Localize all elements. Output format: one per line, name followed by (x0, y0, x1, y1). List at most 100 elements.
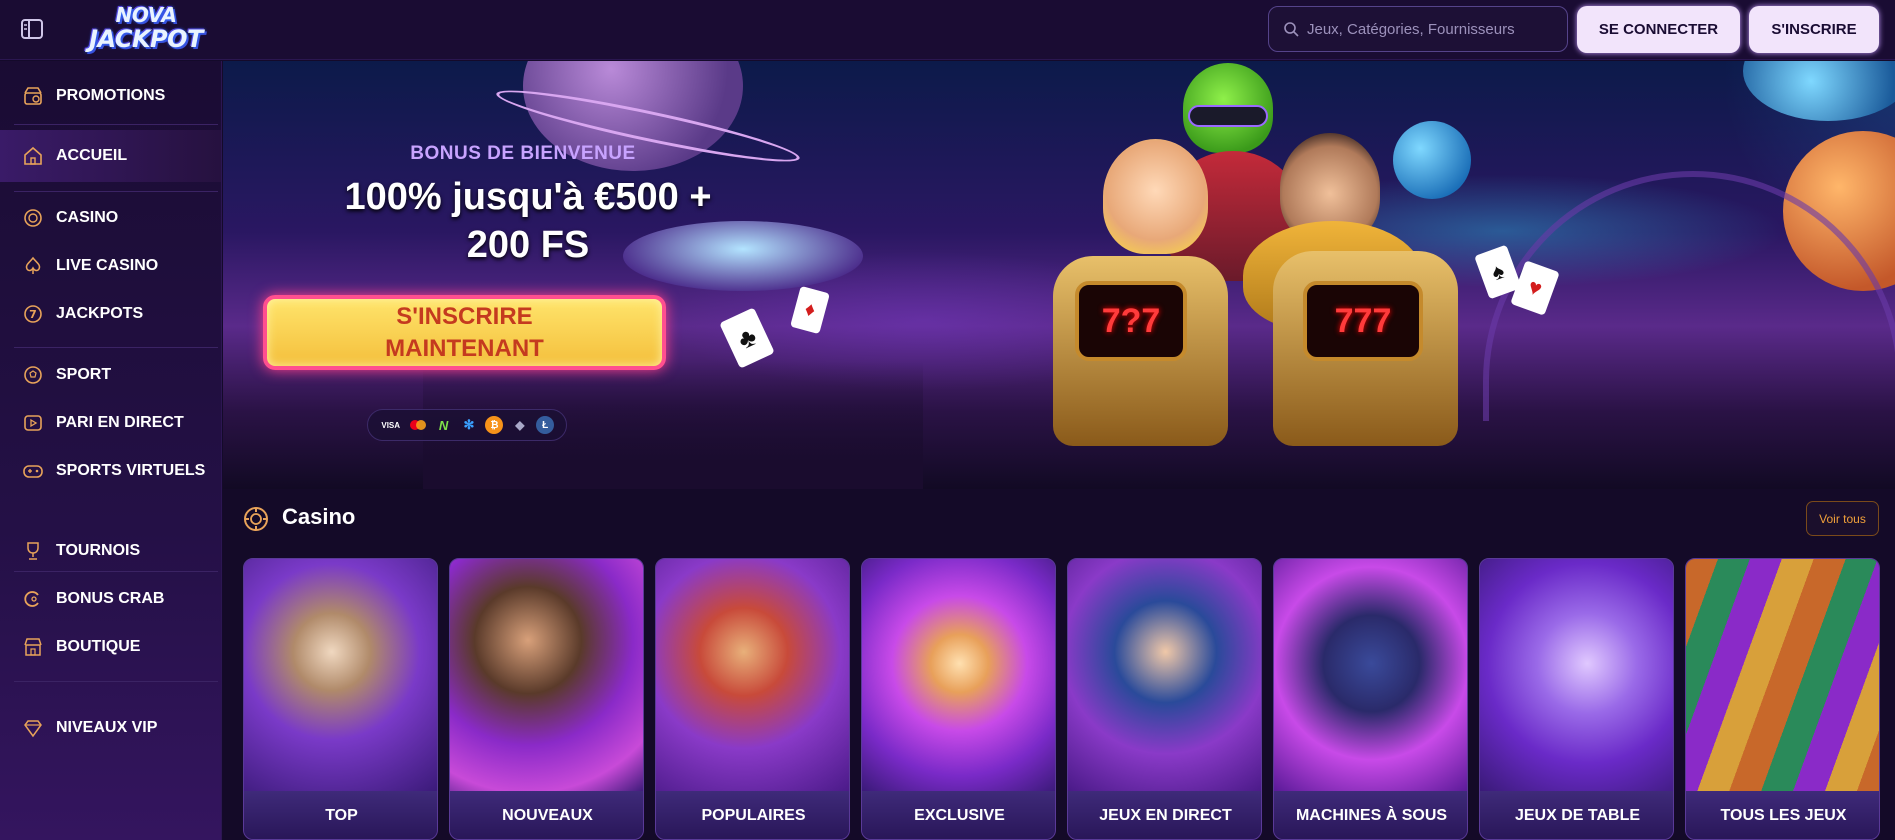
sidebar-item-sports-virtuels[interactable]: SPORTS VIRTUELS (0, 451, 221, 491)
category-tile-top[interactable]: TOP (243, 558, 438, 840)
mastercard-icon (409, 416, 427, 434)
signup-now-button[interactable]: S'INSCRIRE MAINTENANT (263, 295, 666, 370)
litecoin-icon: Ł (536, 416, 555, 434)
category-tile-tous-les-jeux[interactable]: TOUS LES JEUX (1685, 558, 1880, 840)
tile-label: MACHINES À SOUS (1274, 791, 1467, 839)
tile-art (1686, 559, 1879, 791)
casino-chip-icon (243, 506, 269, 532)
sidebar-item-label: TOURNOIS (56, 542, 141, 559)
sidebar-item-accueil[interactable]: ACCUEIL (0, 130, 221, 182)
bonus-line-1: 100% jusqu'à €500 + (344, 176, 712, 218)
gamepad-icon (22, 460, 44, 482)
search-box[interactable] (1268, 6, 1568, 52)
sidebar-item-label: LIVE CASINO (56, 257, 159, 274)
bonus-line-2: 200 FS (466, 224, 590, 266)
hero-banner[interactable]: 7?7 777 ♣ ♦ ♠ ♥ BONUS DE BIENVENUE 100% … (223, 61, 1895, 489)
football-icon (22, 364, 44, 386)
sidebar: PROMOTIONS ACCUEIL CASINO LIVE CASINO 7 … (0, 61, 222, 840)
tile-label: EXCLUSIVE (862, 791, 1055, 839)
ripple-icon: ✻ (463, 417, 475, 432)
tile-label: NOUVEAUX (450, 791, 643, 839)
tile-art (1480, 559, 1673, 791)
sidebar-item-casino[interactable]: CASINO (0, 198, 221, 238)
logo-line-1: NOVA (115, 3, 177, 27)
svg-text:7: 7 (29, 308, 37, 321)
top-header: NOVA JACKPOT SE CONNECTER S'INSCRIRE (0, 0, 1895, 60)
logo[interactable]: NOVA JACKPOT (78, 4, 214, 56)
payment-methods: VISA N ✻ ₿ ◆ Ł (367, 409, 567, 441)
store-icon (22, 636, 44, 658)
sidebar-item-niveaux-vip[interactable]: NIVEAUX VIP (0, 708, 221, 748)
casino-chip-icon (22, 207, 44, 229)
sidebar-item-sport[interactable]: SPORT (0, 355, 221, 395)
neteller-icon: N (438, 417, 449, 433)
cta-line-1: S'INSCRIRE (396, 302, 533, 330)
category-tile-machines-a-sous[interactable]: MACHINES À SOUS (1273, 558, 1468, 840)
tile-art (244, 559, 437, 791)
blue-planet-illustration (1393, 121, 1471, 199)
visa-icon: VISA (381, 420, 401, 430)
welcome-bonus-title: BONUS DE BIENVENUE (410, 143, 636, 164)
sidebar-item-label: CASINO (56, 209, 119, 226)
category-tile-exclusive[interactable]: EXCLUSIVE (861, 558, 1056, 840)
sidebar-item-label: BONUS CRAB (56, 590, 165, 607)
trophy-icon (22, 540, 44, 562)
tile-art (450, 559, 643, 791)
tile-art (656, 559, 849, 791)
alien-sunglasses (1188, 105, 1268, 127)
casino-section-title: Casino (282, 504, 356, 529)
seven-icon: 7 (22, 303, 44, 325)
tile-art (1274, 559, 1467, 791)
ethereum-icon: ◆ (515, 418, 525, 432)
playing-card-diamond: ♦ (790, 285, 830, 335)
sidebar-item-label: NIVEAUX VIP (56, 719, 158, 736)
sidebar-item-tournois[interactable]: TOURNOIS (0, 531, 221, 571)
gift-shop-icon (22, 85, 44, 107)
blonde-woman-character (1103, 139, 1208, 254)
spade-icon (22, 255, 44, 277)
login-button[interactable]: SE CONNECTER (1577, 6, 1740, 53)
search-input[interactable] (1307, 20, 1547, 38)
top-planet-illustration (1743, 61, 1895, 121)
left-slot-screen: 7?7 (1075, 281, 1187, 361)
crab-icon (22, 588, 44, 610)
signup-button[interactable]: S'INSCRIRE (1749, 6, 1879, 53)
sidebar-item-label: SPORTS VIRTUELS (56, 462, 206, 479)
search-icon (1284, 22, 1299, 37)
category-tile-jeux-en-direct[interactable]: JEUX EN DIRECT (1067, 558, 1262, 840)
right-slot-screen: 777 (1303, 281, 1423, 361)
see-all-button[interactable]: Voir tous (1806, 501, 1879, 536)
sidebar-item-label: SPORT (56, 366, 112, 383)
tile-label: JEUX DE TABLE (1480, 791, 1673, 839)
sidebar-divider (14, 571, 218, 572)
sidebar-item-pari-en-direct[interactable]: PARI EN DIRECT (0, 403, 221, 443)
category-tile-jeux-de-table[interactable]: JEUX DE TABLE (1479, 558, 1674, 840)
sidebar-item-live-casino[interactable]: LIVE CASINO (0, 246, 221, 286)
tile-label: POPULAIRES (656, 791, 849, 839)
sidebar-toggle-icon[interactable] (20, 18, 44, 40)
sidebar-item-jackpots[interactable]: 7 JACKPOTS (0, 294, 221, 334)
sidebar-divider (14, 191, 218, 192)
sidebar-item-promotions[interactable]: PROMOTIONS (0, 76, 221, 116)
sidebar-item-boutique[interactable]: BOUTIQUE (0, 627, 221, 667)
diamond-icon (22, 717, 44, 739)
tile-art (1068, 559, 1261, 791)
home-icon (22, 145, 44, 167)
sidebar-divider (14, 124, 218, 125)
play-icon (22, 412, 44, 434)
logo-line-2: JACKPOT (89, 25, 203, 53)
bitcoin-icon: ₿ (485, 416, 504, 434)
sidebar-item-bonus-crab[interactable]: BONUS CRAB (0, 579, 221, 619)
sidebar-item-label: BOUTIQUE (56, 638, 141, 655)
category-tile-populaires[interactable]: POPULAIRES (655, 558, 850, 840)
sidebar-item-label: PARI EN DIRECT (56, 414, 184, 431)
sidebar-item-label: JACKPOTS (56, 305, 144, 322)
cta-line-2: MAINTENANT (385, 334, 544, 362)
category-tile-nouveaux[interactable]: NOUVEAUX (449, 558, 644, 840)
sidebar-divider (14, 347, 218, 348)
tile-label: JEUX EN DIRECT (1068, 791, 1261, 839)
sidebar-item-label: PROMOTIONS (56, 87, 166, 104)
tile-label: TOUS LES JEUX (1686, 791, 1879, 839)
tile-label: TOP (244, 791, 437, 839)
sidebar-item-label: ACCUEIL (56, 147, 128, 164)
